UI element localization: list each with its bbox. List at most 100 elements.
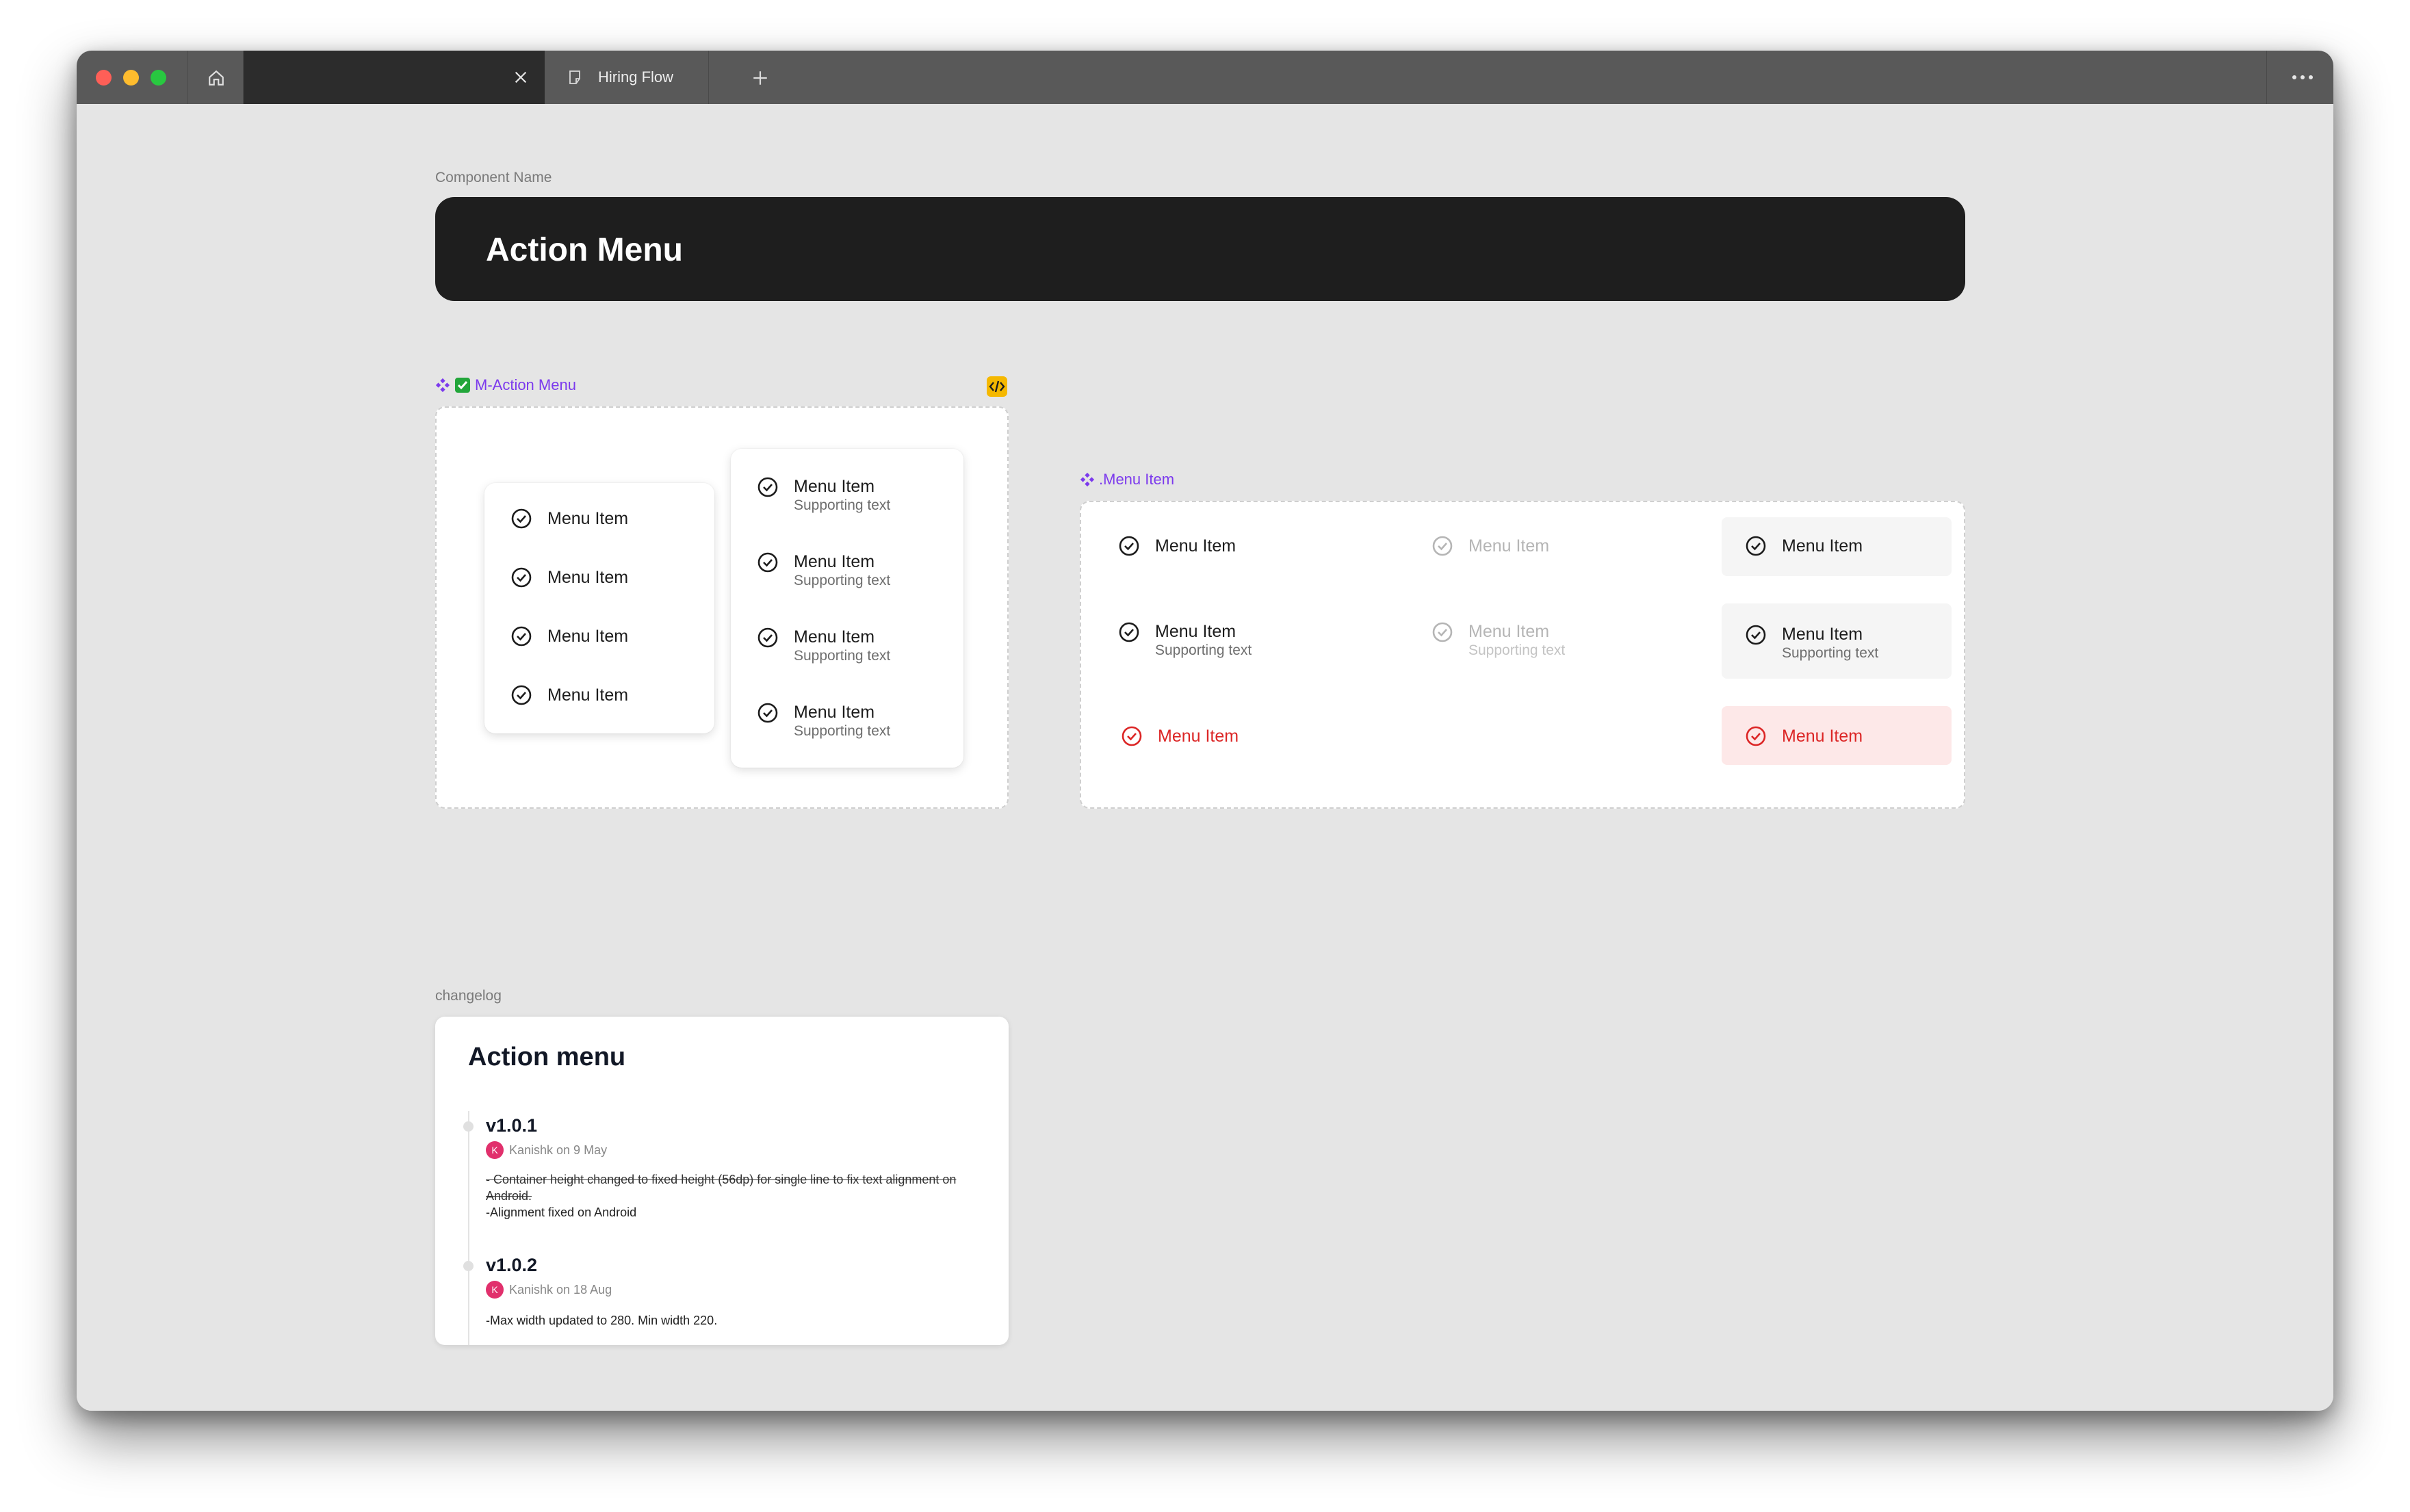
menu-item[interactable]: Menu Item Supporting text bbox=[757, 702, 890, 740]
action-menu-frame-label[interactable]: M-Action Menu bbox=[435, 376, 576, 394]
menu-item-subtitle: Supporting text bbox=[794, 648, 891, 664]
home-icon bbox=[209, 70, 224, 86]
close-window-button[interactable] bbox=[96, 70, 112, 86]
avatar: K bbox=[486, 1281, 504, 1299]
menu-item-danger[interactable]: Menu Item bbox=[1121, 725, 1239, 747]
menu-item-subtitle: Supporting text bbox=[794, 497, 891, 513]
menu-item-disabled: Menu Item bbox=[1431, 535, 1549, 557]
author-line: Kanishk on 18 Aug bbox=[509, 1282, 612, 1296]
check-badge-icon bbox=[455, 378, 470, 393]
banner-title: Action Menu bbox=[486, 232, 683, 268]
menu-item-danger-hover[interactable]: Menu Item bbox=[1745, 725, 1863, 747]
home-tab[interactable] bbox=[187, 51, 244, 104]
menu-item-title: Menu Item bbox=[794, 552, 875, 571]
menu-item-subtitle: Supporting text bbox=[794, 723, 891, 739]
check-circle-icon bbox=[757, 627, 778, 648]
menu-item-subtitle: Supporting text bbox=[1155, 642, 1252, 658]
action-menu-frame-name: M-Action Menu bbox=[475, 376, 576, 393]
component-name-label: Component Name bbox=[435, 170, 552, 185]
tab-hiring-flow-label: Hiring Flow bbox=[598, 68, 674, 86]
check-circle-icon bbox=[757, 703, 778, 723]
menu-item-label: Menu Item bbox=[547, 686, 629, 705]
menu-item-two-line-default[interactable]: Menu Item Supporting text bbox=[1118, 621, 1252, 660]
browser-window: Hiring Flow Component Name Action Menu M… bbox=[77, 51, 2333, 1411]
menu-item-title: Menu Item bbox=[794, 703, 875, 722]
timeline-line bbox=[468, 1111, 469, 1345]
active-tab[interactable] bbox=[244, 51, 545, 104]
menu-item[interactable]: Menu Item Supporting text bbox=[757, 627, 890, 665]
check-circle-icon bbox=[511, 567, 532, 588]
menu-item-subtitle: Supporting text bbox=[794, 573, 891, 588]
menu-item[interactable]: Menu Item bbox=[510, 508, 628, 530]
timeline-dot bbox=[463, 1121, 474, 1132]
menu-item-label: Menu Item bbox=[547, 568, 629, 587]
menu-item-label: Menu Item bbox=[547, 509, 629, 528]
file-icon bbox=[569, 70, 580, 84]
menu-item-two-line-disabled: Menu Item Supporting text bbox=[1431, 621, 1565, 660]
menu-item-label: Menu Item bbox=[1155, 536, 1236, 556]
menu-item-label: Menu Item bbox=[1468, 536, 1550, 556]
check-circle-icon bbox=[511, 626, 532, 647]
action-menu-frame[interactable]: Menu Item Menu Item Menu Item Menu Item bbox=[435, 406, 1009, 809]
menu-item-two-line-hover[interactable]: Menu Item Supporting text bbox=[1745, 624, 1878, 662]
menu-item-title: Menu Item bbox=[1155, 622, 1236, 641]
check-circle-icon bbox=[1122, 726, 1142, 746]
menu-item-label: Menu Item bbox=[547, 627, 629, 646]
check-circle-icon bbox=[511, 508, 532, 529]
menu-item[interactable]: Menu Item Supporting text bbox=[757, 551, 890, 590]
changelog-label: changelog bbox=[435, 988, 502, 1004]
menu-item-title: Menu Item bbox=[1468, 622, 1550, 641]
menu-item-states-frame[interactable]: Menu Item Menu Item Menu Item Menu Item S… bbox=[1080, 501, 1965, 809]
menu-item-subtitle: Supporting text bbox=[1468, 642, 1566, 658]
changelog-note: -Max width updated to 280. Min width 220… bbox=[486, 1314, 718, 1327]
check-circle-icon bbox=[1119, 536, 1139, 556]
menu-item-title: Menu Item bbox=[794, 627, 875, 647]
changelog-author: K Kanishk on 9 May bbox=[486, 1141, 607, 1159]
changelog-version: v1.0.1 bbox=[486, 1115, 538, 1136]
menu-item[interactable]: Menu Item bbox=[510, 566, 628, 588]
author-line: Kanishk on 9 May bbox=[509, 1143, 608, 1157]
menu-item-hover[interactable]: Menu Item bbox=[1745, 535, 1863, 557]
check-circle-icon bbox=[1119, 622, 1139, 642]
menu-divider bbox=[2266, 51, 2267, 104]
action-menu-two-line[interactable]: Menu Item Supporting text Menu Item Suppor… bbox=[731, 449, 963, 768]
menu-item-label: Menu Item bbox=[1782, 536, 1863, 556]
action-menu-single-line[interactable]: Menu Item Menu Item Menu Item Menu Item bbox=[484, 483, 714, 733]
code-badge-icon[interactable] bbox=[987, 376, 1007, 397]
check-circle-icon bbox=[511, 685, 532, 705]
changelog-title: Action menu bbox=[468, 1043, 626, 1071]
menu-item[interactable]: Menu Item bbox=[510, 625, 628, 647]
check-circle-icon bbox=[1746, 726, 1766, 746]
changelog-note: -Alignment fixed on Android bbox=[486, 1205, 637, 1219]
maximize-window-button[interactable] bbox=[151, 70, 166, 86]
changelog-author: K Kanishk on 18 Aug bbox=[486, 1281, 612, 1299]
timeline-dot bbox=[463, 1261, 474, 1271]
close-tab-icon[interactable] bbox=[513, 70, 528, 85]
menu-item-label: Menu Item bbox=[1158, 727, 1239, 746]
minimize-window-button[interactable] bbox=[123, 70, 139, 86]
menu-item[interactable]: Menu Item Supporting text bbox=[757, 476, 890, 514]
check-circle-icon bbox=[1746, 536, 1766, 556]
menu-item-frame-label[interactable]: .Menu Item bbox=[1080, 471, 1174, 488]
component-icon bbox=[435, 378, 450, 393]
menu-item-label: Menu Item bbox=[1782, 727, 1863, 746]
component-banner[interactable]: Action Menu bbox=[435, 197, 1965, 301]
menu-item[interactable]: Menu Item bbox=[510, 684, 628, 706]
avatar: K bbox=[486, 1141, 504, 1159]
menu-item-default[interactable]: Menu Item bbox=[1118, 535, 1236, 557]
menu-item-frame-name: .Menu Item bbox=[1099, 471, 1175, 488]
check-circle-icon bbox=[1746, 625, 1766, 645]
check-circle-icon bbox=[1432, 622, 1453, 642]
menu-item-subtitle: Supporting text bbox=[1782, 645, 1879, 661]
check-circle-icon bbox=[757, 552, 778, 573]
menu-item-title: Menu Item bbox=[794, 477, 875, 496]
check-circle-icon bbox=[757, 477, 778, 497]
design-canvas[interactable]: Component Name Action Menu M-Action Menu… bbox=[77, 104, 2333, 1411]
more-options-icon[interactable] bbox=[2291, 70, 2314, 85]
title-bar: Hiring Flow bbox=[77, 51, 2333, 104]
changelog-card[interactable]: Action menu v1.0.1 K Kanishk on 9 May - … bbox=[435, 1017, 1009, 1345]
component-icon bbox=[1080, 472, 1095, 487]
changelog-version: v1.0.2 bbox=[486, 1255, 538, 1275]
changelog-note-struck: - Container height changed to fixed heig… bbox=[486, 1173, 957, 1203]
new-tab-icon[interactable] bbox=[751, 69, 769, 87]
